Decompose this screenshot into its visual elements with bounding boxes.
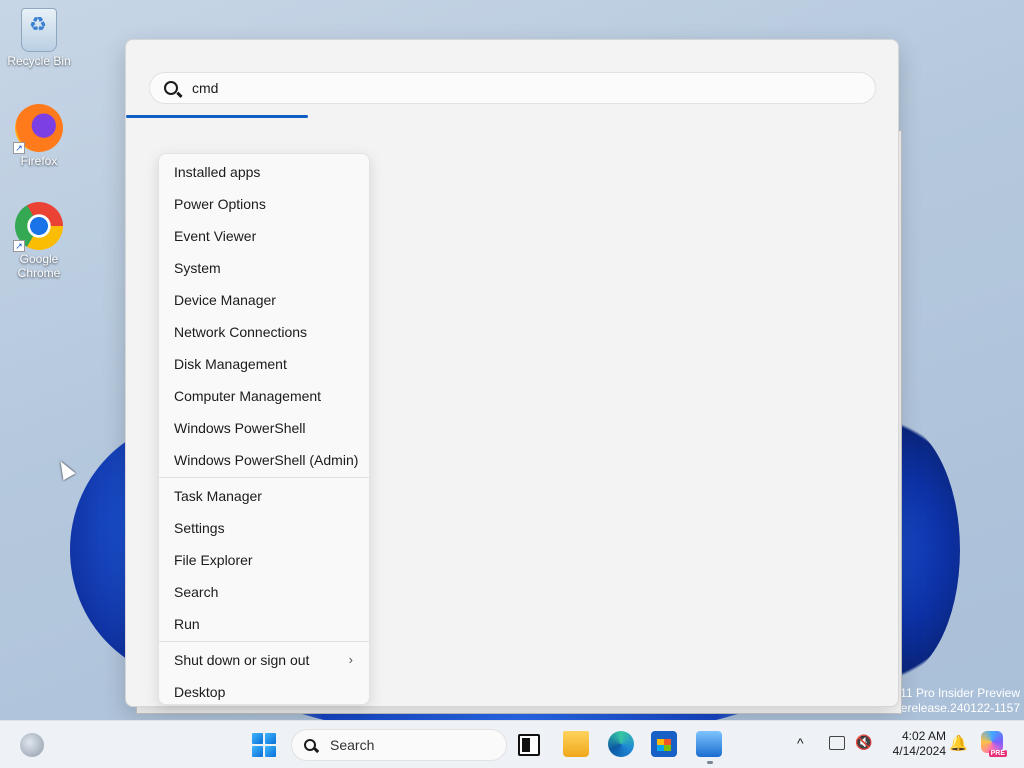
weather-widget-icon[interactable] <box>20 733 44 757</box>
copilot-icon[interactable]: PRE <box>981 731 1007 757</box>
file-explorer-icon[interactable] <box>563 731 589 757</box>
menu-item-task-manager[interactable]: Task Manager <box>159 480 369 512</box>
desktop-icon-label: Recycle Bin <box>7 54 71 68</box>
shortcut-arrow-icon: ↗ <box>13 240 25 252</box>
loading-progress-bar <box>126 115 308 118</box>
desktop-icon-chrome[interactable]: ↗ Google Chrome <box>4 202 74 280</box>
desktop-icon-recycle-bin[interactable]: Recycle Bin <box>4 8 74 68</box>
firefox-icon: ↗ <box>13 104 63 154</box>
edge-icon[interactable] <box>608 731 634 757</box>
desktop-icon-label: Google Chrome <box>17 252 61 280</box>
volume-muted-icon[interactable]: 🔇 <box>855 734 872 751</box>
network-icon[interactable] <box>829 736 845 750</box>
taskbar-search-label: Search <box>330 737 375 753</box>
start-logo-tile <box>265 746 276 757</box>
build-watermark: 11 Pro Insider Preview rerelease.240122-… <box>897 686 1020 716</box>
search-icon <box>164 81 178 95</box>
menu-item-run[interactable]: Run <box>159 608 369 640</box>
desktop-icon-firefox[interactable]: ↗ Firefox <box>4 104 74 168</box>
menu-item-system[interactable]: System <box>159 252 369 284</box>
menu-item-computer-management[interactable]: Computer Management <box>159 380 369 412</box>
start-logo-tile <box>252 733 263 744</box>
taskbar-search-box[interactable]: Search <box>291 729 507 761</box>
menu-item-device-manager[interactable]: Device Manager <box>159 284 369 316</box>
desktop-icon-label: Firefox <box>20 154 58 168</box>
search-icon <box>304 739 316 751</box>
menu-item-desktop[interactable]: Desktop <box>159 676 369 708</box>
taskbar: Search ^ 🔇 4:02 AM 4/14/2024 🔔 PRE <box>0 720 1024 768</box>
watermark-line: 11 Pro Insider Preview <box>900 686 1020 700</box>
power-user-menu: Installed apps Power Options Event Viewe… <box>158 153 370 705</box>
clock-date: 4/14/2024 <box>892 744 946 758</box>
search-box[interactable] <box>149 72 876 104</box>
task-view-icon[interactable] <box>518 734 540 756</box>
menu-item-file-explorer[interactable]: File Explorer <box>159 544 369 576</box>
menu-separator <box>159 477 369 478</box>
chevron-up-icon[interactable]: ^ <box>797 735 804 751</box>
mouse-cursor-icon <box>54 457 76 481</box>
menu-item-settings[interactable]: Settings <box>159 512 369 544</box>
microsoft-store-icon[interactable] <box>651 731 677 757</box>
copilot-badge: PRE <box>988 750 1007 757</box>
recycle-bin-icon <box>21 8 57 52</box>
chevron-right-icon: › <box>348 652 353 667</box>
menu-item-shut-down-or-sign-out[interactable]: Shut down or sign out › <box>159 644 369 676</box>
watermark-line: rerelease.240122-1157 <box>896 701 1020 715</box>
clock[interactable]: 4:02 AM 4/14/2024 <box>880 729 946 759</box>
menu-item-search[interactable]: Search <box>159 576 369 608</box>
menu-item-disk-management[interactable]: Disk Management <box>159 348 369 380</box>
search-input[interactable] <box>192 80 792 96</box>
running-indicator <box>707 761 713 764</box>
clock-time: 4:02 AM <box>901 729 946 743</box>
chrome-icon: ↗ <box>13 202 63 252</box>
menu-item-windows-powershell[interactable]: Windows PowerShell <box>159 412 369 444</box>
start-logo-tile <box>265 733 276 744</box>
menu-separator <box>159 641 369 642</box>
menu-item-label: Shut down or sign out <box>174 652 310 668</box>
shortcut-arrow-icon: ↗ <box>13 142 25 154</box>
menu-item-power-options[interactable]: Power Options <box>159 188 369 220</box>
menu-item-installed-apps[interactable]: Installed apps <box>159 156 369 188</box>
menu-item-network-connections[interactable]: Network Connections <box>159 316 369 348</box>
menu-item-event-viewer[interactable]: Event Viewer <box>159 220 369 252</box>
menu-item-windows-powershell-admin[interactable]: Windows PowerShell (Admin) <box>159 444 369 476</box>
start-button[interactable] <box>252 733 276 757</box>
photos-app-icon[interactable] <box>696 731 722 757</box>
notification-bell-icon[interactable]: 🔔 <box>949 734 968 752</box>
start-logo-tile <box>252 746 263 757</box>
